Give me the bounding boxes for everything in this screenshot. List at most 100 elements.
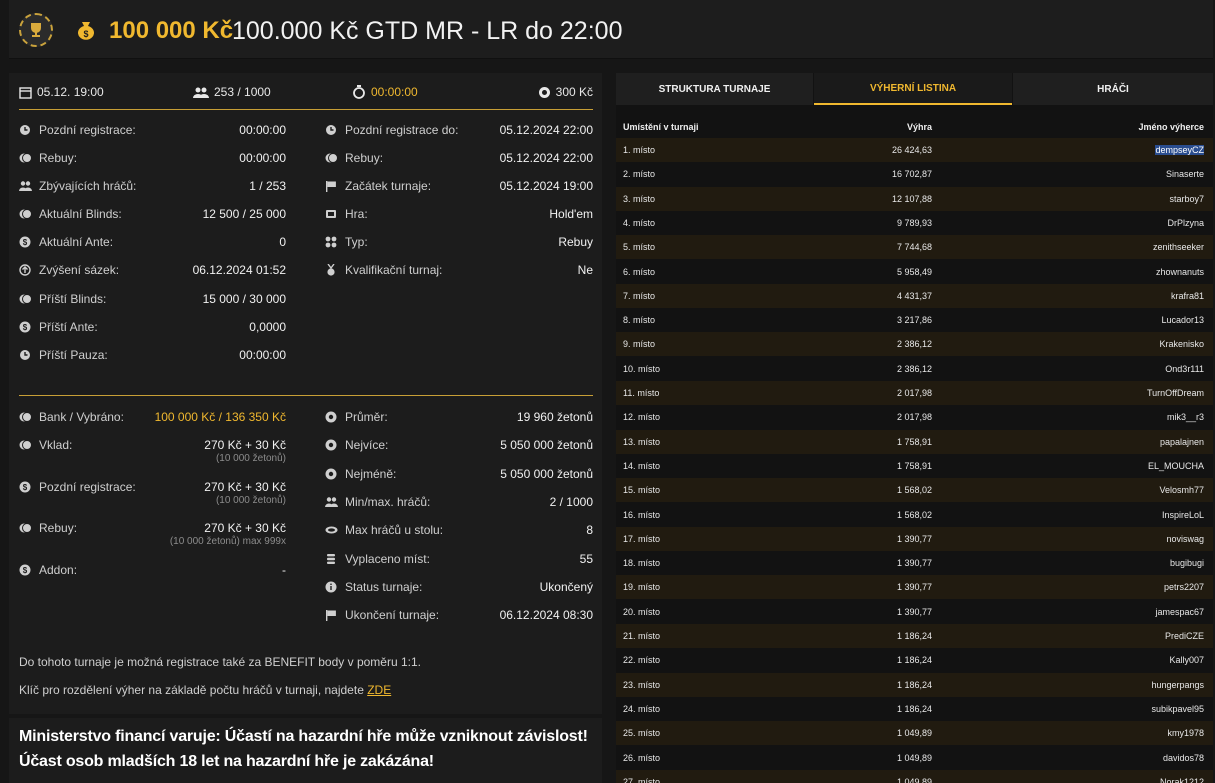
table-row[interactable]: 21. místo 1 186,24 PrediCZE xyxy=(616,624,1213,648)
prize-cell: 1 390,77 xyxy=(896,582,932,593)
info-label: Aktuální Blinds: xyxy=(39,207,122,221)
info-label: Bank / Vybráno: xyxy=(39,410,124,424)
info-subvalue: (10 000 žetonů) max 999x xyxy=(169,536,286,547)
table-row[interactable]: 19. místo 1 390,77 petrs2207 xyxy=(616,575,1213,600)
table-row[interactable]: 3. místo 12 107,88 starboy7 xyxy=(616,186,1213,211)
info-row: Zvýšení sázek: 06.12.2024 01:52 xyxy=(19,262,286,280)
table-row[interactable]: 15. místo 1 568,02 Velosmh77 xyxy=(616,478,1213,503)
place-cell: 9. místo xyxy=(623,339,656,350)
prize-cell: 1 186,24 xyxy=(896,631,932,641)
info-row: Vyplaceno míst: 55 xyxy=(325,551,593,569)
prize-cell: 1 049,89 xyxy=(896,752,932,763)
info-row: Min/max. hráčů: 2 / 1000 xyxy=(325,494,593,512)
results-panel: STRUKTURA TURNAJE VÝHERNÍ LISTINA HRÁČI … xyxy=(616,73,1213,783)
table-row[interactable]: 4. místo 9 789,93 DrPlzyna xyxy=(616,210,1213,235)
arrow-up-icon xyxy=(19,264,31,276)
place-cell: 10. místo xyxy=(623,363,661,374)
money-bag-icon: $ xyxy=(75,19,97,46)
info-label: Příští Pauza: xyxy=(39,348,108,362)
winner-cell: EL_MOUCHA xyxy=(1147,460,1204,471)
info-label: Typ: xyxy=(345,235,368,249)
tab-bar: STRUKTURA TURNAJE VÝHERNÍ LISTINA HRÁČI xyxy=(616,73,1213,105)
table-row[interactable]: 2. místo 16 702,87 Sinaserte xyxy=(616,162,1213,187)
table-row[interactable]: 18. místo 1 390,77 bugibugi xyxy=(616,551,1213,576)
prize-amount: 100 000 Kč xyxy=(109,17,234,44)
info-label: Pozdní registrace: xyxy=(39,480,136,494)
clock-icon xyxy=(19,124,31,136)
prize-cell: 2 017,98 xyxy=(896,412,932,423)
payout-key-link[interactable]: ZDE xyxy=(367,683,391,697)
prize-cell: 1 186,24 xyxy=(896,703,932,714)
medal-icon xyxy=(325,263,337,276)
table-row[interactable]: 6. místo 5 958,49 zhownanuts xyxy=(616,259,1213,284)
prize-cell: 2 386,12 xyxy=(896,363,932,374)
gambling-warning: Ministerstvo financí varuje: Účastí na h… xyxy=(9,718,602,783)
winner-cell: bugibugi xyxy=(1169,558,1204,569)
timer: 00:00:00 xyxy=(352,85,418,99)
table-row[interactable]: 27. místo 1 049,89 Norak1212 xyxy=(616,769,1213,783)
svg-text:$: $ xyxy=(23,566,28,575)
chip-icon xyxy=(538,87,550,98)
table-row[interactable]: 1. místo 26 424,63 dempseyCZ xyxy=(616,138,1213,162)
table-row[interactable]: 14. místo 1 758,91 EL_MOUCHA xyxy=(616,453,1213,478)
place-cell: 22. místo xyxy=(623,655,661,666)
timer-text: 00:00:00 xyxy=(371,85,418,99)
prize-cell: 1 568,02 xyxy=(896,509,932,520)
prize-cell: 1 390,77 xyxy=(896,606,932,617)
place-cell: 13. místo xyxy=(623,436,661,447)
prize-cell: 5 958,49 xyxy=(896,266,932,277)
info-label: Pozdní registrace: xyxy=(39,123,136,137)
tab-players[interactable]: HRÁČI xyxy=(1013,73,1213,105)
info-icon xyxy=(325,581,337,593)
start-date-text: 05.12. 19:00 xyxy=(37,85,104,99)
table-row[interactable]: 22. místo 1 186,24 Kally007 xyxy=(616,648,1213,673)
table-header: Umístění v turnaji Výhra Jméno výherce xyxy=(616,113,1213,137)
winner-cell: zhownanuts xyxy=(1155,266,1204,277)
prize-cell: 3 217,86 xyxy=(896,315,932,326)
clock-icon xyxy=(325,124,337,136)
info-label: Vklad: xyxy=(39,438,73,452)
table-row[interactable]: 23. místo 1 186,24 hungerpangs xyxy=(616,672,1213,697)
table-row[interactable]: 26. místo 1 049,89 davidos78 xyxy=(616,745,1213,770)
winner-cell: davidos78 xyxy=(1162,752,1204,763)
table-row[interactable]: 11. místo 2 017,98 TurnOffDream xyxy=(616,381,1213,405)
table-row[interactable]: 10. místo 2 386,12 Ond3r111 xyxy=(616,356,1213,381)
coins-icon xyxy=(19,411,32,423)
dollar-icon: $ xyxy=(19,236,31,248)
table-row[interactable]: 25. místo 1 049,89 kmy1978 xyxy=(616,721,1213,746)
winner-cell: Velosmh77 xyxy=(1159,485,1204,496)
info-value: 12 500 / 25 000 xyxy=(202,207,286,221)
coins-icon xyxy=(19,522,32,534)
info-label: Max hráčů u stolu: xyxy=(345,523,444,538)
table-row[interactable]: 5. místo 7 744,68 zenithseeker xyxy=(616,235,1213,260)
winner-cell: jamespac67 xyxy=(1155,606,1204,617)
info-row: Aktuální Blinds: 12 500 / 25 000 xyxy=(19,206,286,224)
suits-icon xyxy=(325,236,337,248)
table-row[interactable]: 24. místo 1 186,24 subikpavel95 xyxy=(616,696,1213,721)
tab-payouts[interactable]: VÝHERNÍ LISTINA xyxy=(814,73,1012,105)
chip-stack-icon xyxy=(325,553,337,565)
winner-cell: Lucador13 xyxy=(1161,315,1204,326)
table-row[interactable]: 17. místo 1 390,77 noviswag xyxy=(616,526,1213,551)
info-row: Průměr: 19 960 žetonů xyxy=(325,409,593,427)
info-value: 0 xyxy=(279,235,286,249)
table-row[interactable]: 13. místo 1 758,91 papalajnen xyxy=(616,429,1213,454)
column-header-prize[interactable]: Výhra xyxy=(862,122,932,132)
table-row[interactable]: 8. místo 3 217,86 Lucador13 xyxy=(616,308,1213,333)
tab-structure[interactable]: STRUKTURA TURNAJE xyxy=(616,73,813,105)
player-count-text: 253 / 1000 xyxy=(214,85,271,99)
table-row[interactable]: 16. místo 1 568,02 InspireLoL xyxy=(616,502,1213,527)
table-row[interactable]: 12. místo 2 017,98 mik3__r3 xyxy=(616,405,1213,430)
column-header-place[interactable]: Umístění v turnaji xyxy=(623,122,699,132)
info-label: Ukončení turnaje: xyxy=(345,608,440,623)
info-label: Rebuy: xyxy=(39,521,78,535)
winner-cell: noviswag xyxy=(1166,533,1204,544)
table-row[interactable]: 7. místo 4 431,37 krafra81 xyxy=(616,283,1213,308)
info-value: 05.12.2024 19:00 xyxy=(499,179,593,193)
table-row[interactable]: 20. místo 1 390,77 jamespac67 xyxy=(616,599,1213,624)
benefit-note: Do tohoto turnaje je možná registrace ta… xyxy=(19,655,421,669)
table-row[interactable]: 9. místo 2 386,12 Krakenisko xyxy=(616,332,1213,357)
info-value: 1 / 253 xyxy=(249,179,286,193)
column-header-winner[interactable]: Jméno výherce xyxy=(1138,122,1204,132)
place-cell: 24. místo xyxy=(623,703,661,714)
